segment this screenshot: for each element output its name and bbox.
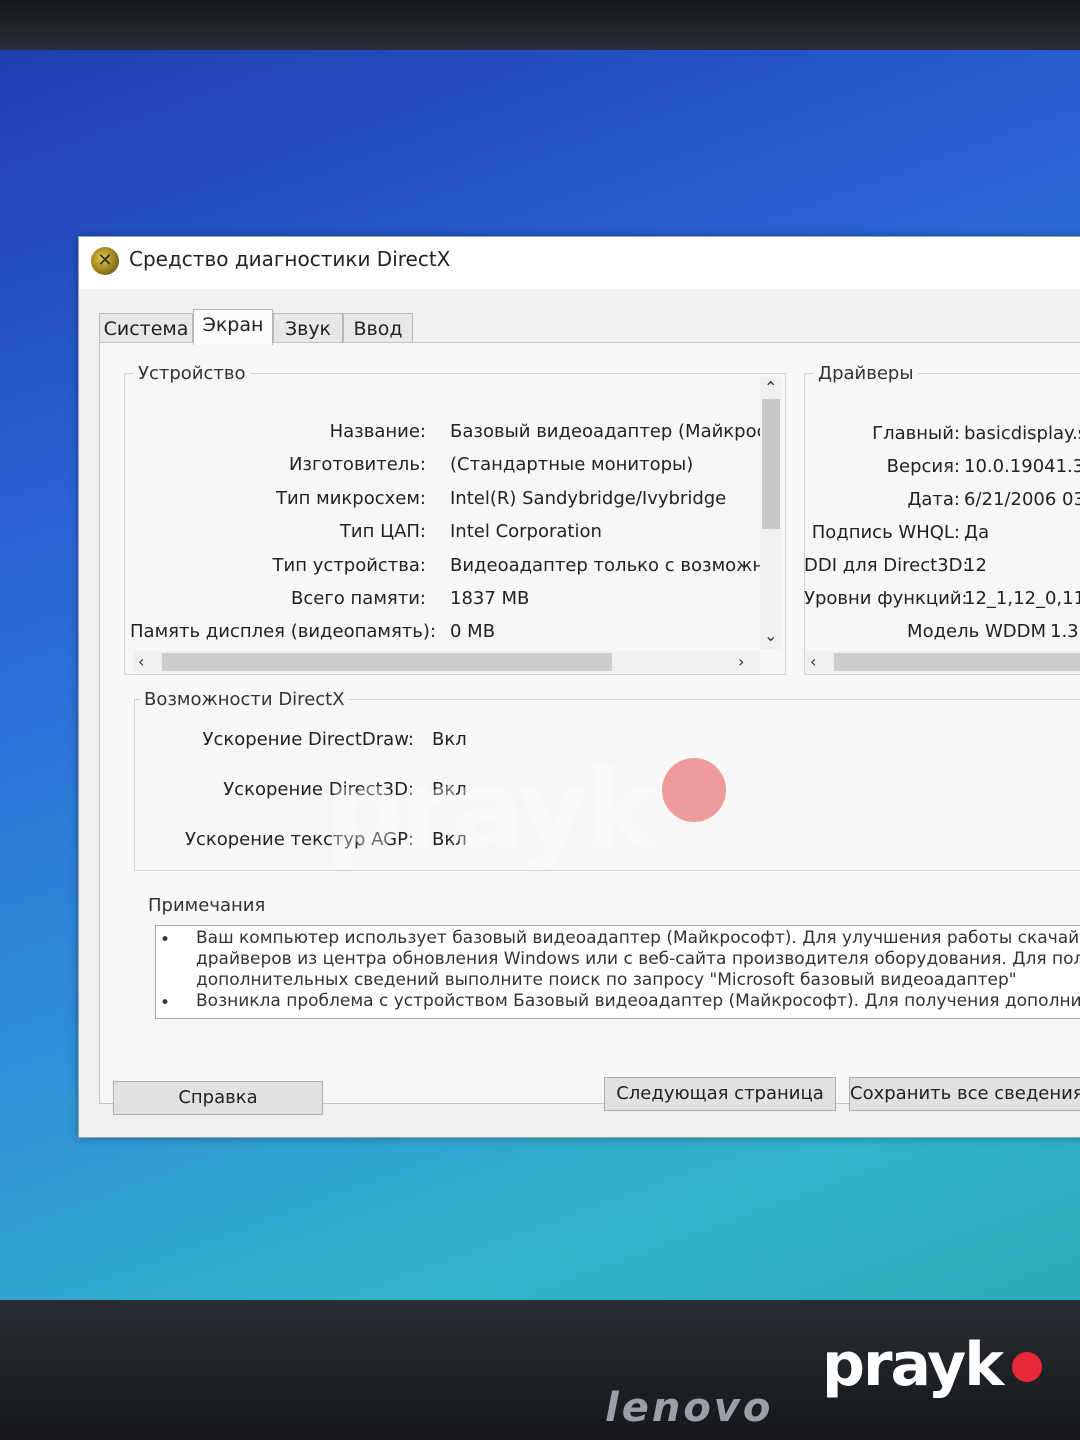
note-line-4: Возникла проблема с устройством Базовый …	[196, 991, 1080, 1011]
chip-type-value: Intel(R) Sandybridge/Ivybridge	[450, 488, 727, 509]
window-title: Средство диагностики DirectX	[129, 247, 451, 271]
note-bullet: •	[160, 993, 171, 1013]
note-line-2: драйверов из центра обновления Windows и…	[196, 949, 1080, 969]
note-bullet: •	[160, 930, 171, 950]
wddm-model-label: Модель WDDM	[907, 621, 1046, 642]
feature-levels-label: Уровни функций:	[804, 588, 968, 609]
dac-type-value: Intel Corporation	[450, 521, 602, 542]
manufacturer-label: Изготовитель:	[288, 454, 426, 475]
device-group-label: Устройство	[134, 363, 250, 384]
scroll-up-arrow-icon[interactable]: ⌃	[764, 379, 777, 397]
device-name-label: Название:	[329, 421, 426, 442]
dxdiag-window: ✕ Средство диагностики DirectX Система Э…	[78, 236, 1080, 1138]
version-label: Версия:	[886, 456, 960, 477]
main-driver-value: basicdisplay.sy	[964, 423, 1080, 444]
agp-texture-accel-value: Вкл	[432, 829, 467, 850]
display-memory-label: Память дисплея (видеопамять):	[130, 621, 436, 642]
ddi-label: DDI для Direct3D:	[804, 555, 969, 576]
device-vertical-scrollbar[interactable]: ⌃ ⌄	[760, 377, 782, 649]
main-driver-label: Главный:	[872, 423, 960, 444]
direct3d-accel-value: Вкл	[432, 779, 467, 800]
feature-levels-value: 12_1,12_0,11_	[964, 588, 1080, 609]
device-type-label: Тип устройства:	[272, 555, 426, 576]
lenovo-logo: lenovo	[605, 1385, 774, 1431]
brand-dot-icon	[1012, 1352, 1042, 1382]
ddi-value: 12	[964, 555, 987, 576]
directx-x-icon: ✕	[91, 247, 119, 275]
save-all-button[interactable]: Сохранить все сведения...	[849, 1077, 1080, 1111]
directdraw-accel-value: Вкл	[432, 729, 467, 750]
date-label: Дата:	[907, 489, 960, 510]
note-line-1: Ваш компьютер использует базовый видеоад…	[196, 928, 1080, 948]
notes-label: Примечания	[144, 895, 270, 916]
dac-type-label: Тип ЦАП:	[339, 521, 426, 542]
drivers-horizontal-scrollbar[interactable]: ‹	[806, 651, 1080, 673]
scroll-right-arrow-icon[interactable]: ›	[738, 653, 744, 671]
chip-type-label: Тип микросхем:	[275, 488, 426, 509]
tab-system[interactable]: Система	[99, 313, 193, 344]
directdraw-accel-label: Ускорение DirectDraw:	[202, 729, 415, 750]
scroll-left-arrow-icon[interactable]: ‹	[138, 653, 144, 671]
drivers-hscroll-thumb[interactable]	[834, 653, 1080, 671]
tab-sound[interactable]: Звук	[273, 313, 343, 344]
total-memory-value: 1837 MB	[450, 588, 530, 609]
wddm-model-value: 1.3	[1050, 621, 1079, 642]
version-value: 10.0.19041.36	[964, 456, 1080, 477]
device-hscroll-thumb[interactable]	[162, 653, 612, 671]
device-type-value: Видеоадаптер только с возможност	[450, 555, 760, 576]
agp-texture-accel-label: Ускорение текстур AGP:	[185, 829, 414, 850]
device-scroll-thumb[interactable]	[762, 399, 780, 529]
notes-textbox[interactable]: • Ваш компьютер использует базовый видео…	[155, 925, 1080, 1019]
drivers-scroll-left-arrow-icon[interactable]: ‹	[810, 653, 816, 671]
title-bar[interactable]: ✕ Средство диагностики DirectX	[79, 237, 1080, 289]
whql-value: Да	[964, 522, 990, 543]
scroll-down-arrow-icon[interactable]: ⌄	[764, 627, 777, 645]
tab-display[interactable]: Экран	[193, 309, 273, 345]
device-name-value: Базовый видеоадаптер (Майкрософ	[450, 421, 760, 442]
whql-label: Подпись WHQL:	[811, 522, 960, 543]
display-tab-panel: Устройство Название: Базовый видеоадапте…	[99, 342, 1080, 1104]
drivers-group-label: Драйверы	[814, 363, 918, 384]
display-memory-value: 0 MB	[450, 621, 496, 642]
manufacturer-value: (Стандартные мониторы)	[450, 454, 694, 475]
note-line-3: дополнительных сведений выполните поиск …	[196, 970, 1017, 990]
date-value: 6/21/2006 03:0	[964, 489, 1080, 510]
brand-logo: prayk	[822, 1330, 1004, 1400]
tab-input[interactable]: Ввод	[343, 313, 413, 344]
help-button[interactable]: Справка	[113, 1081, 323, 1115]
direct3d-accel-label: Ускорение Direct3D:	[223, 779, 414, 800]
next-page-button[interactable]: Следующая страница	[604, 1077, 836, 1111]
directx-features-label: Возможности DirectX	[140, 689, 349, 710]
device-horizontal-scrollbar[interactable]: ‹ ›	[134, 651, 760, 673]
total-memory-label: Всего памяти:	[291, 588, 426, 609]
